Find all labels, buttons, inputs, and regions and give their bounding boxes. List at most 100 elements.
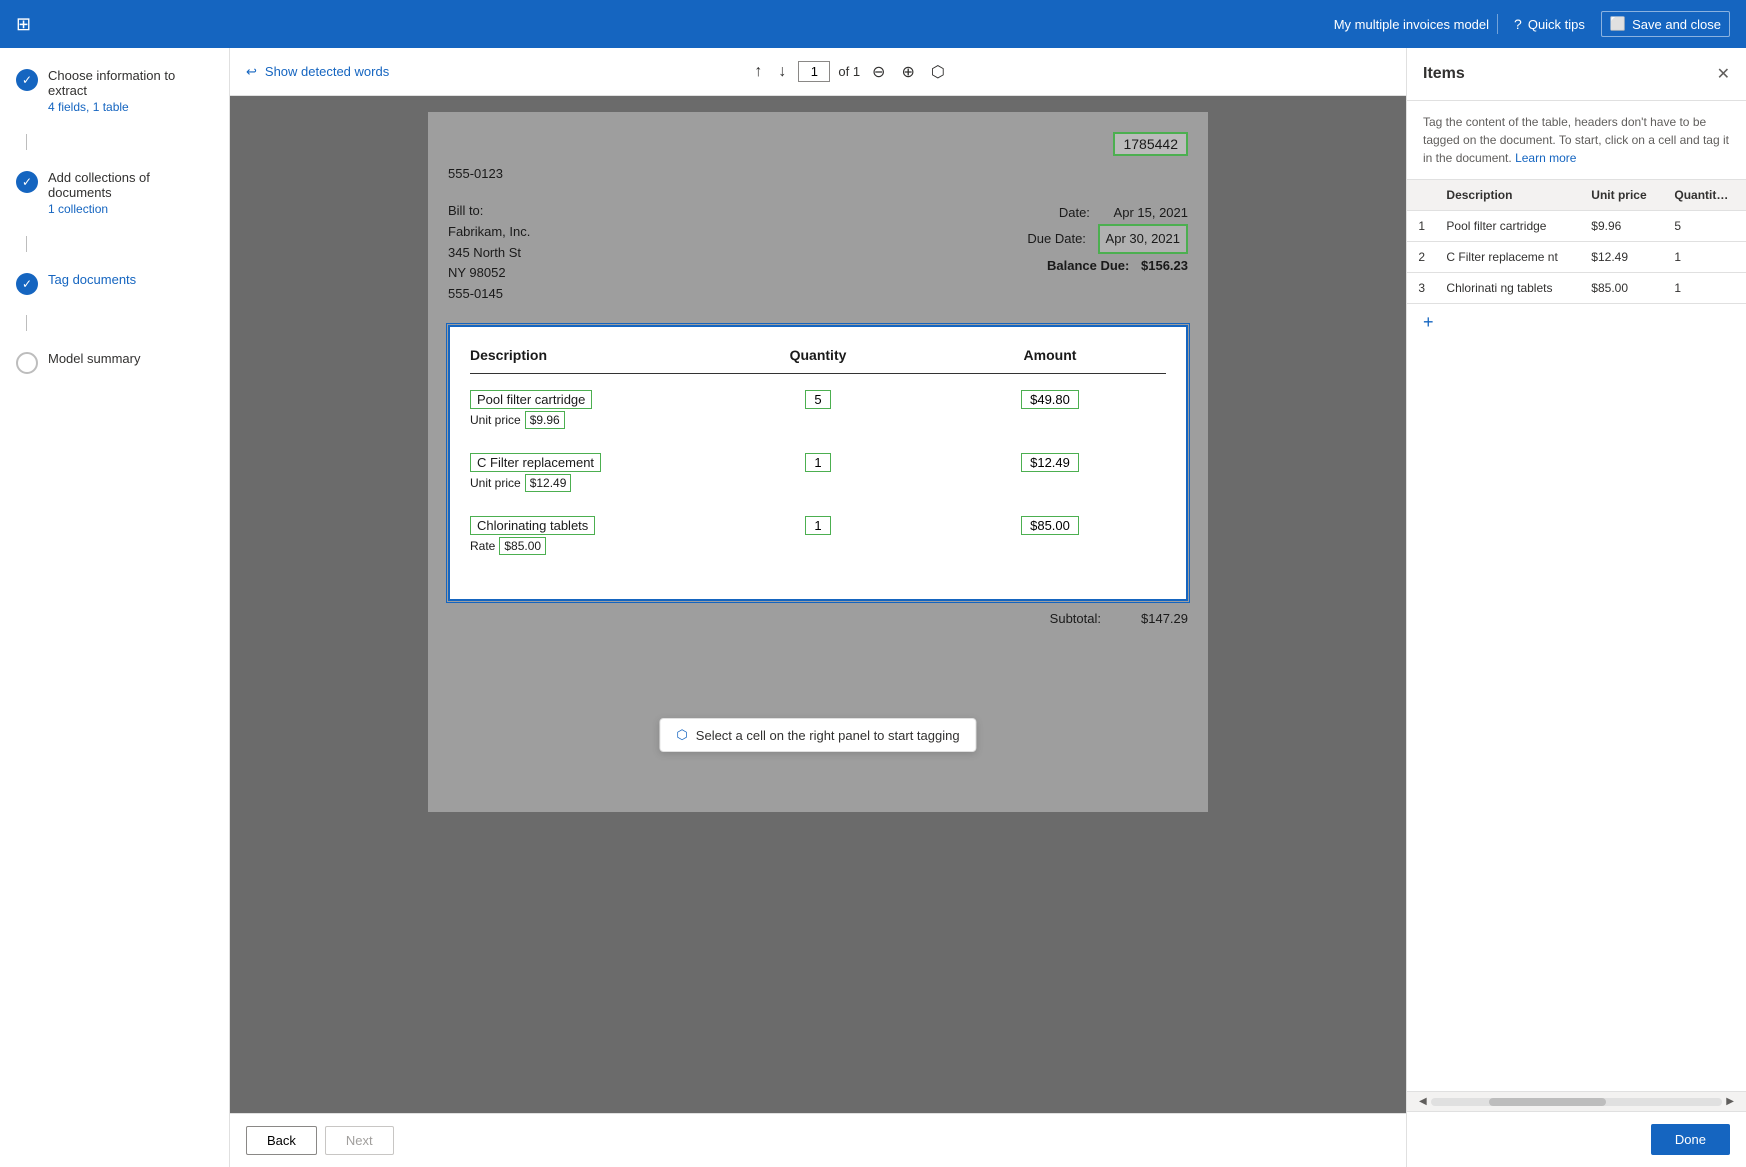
table-row: Pool filter cartridge Unit price $9.96 5… <box>470 390 1166 429</box>
table-row: 2 C Filter replaceme nt $12.49 1 <box>1407 242 1746 273</box>
tag-icon: ⬡ <box>676 727 687 743</box>
step-2[interactable]: ✓ Add collections of documents 1 collect… <box>16 170 213 216</box>
horizontal-scrollbar[interactable] <box>1431 1098 1723 1106</box>
row-2-unit-price[interactable]: $12.49 <box>1581 242 1664 273</box>
row-3-unit-price[interactable]: $85.00 <box>1581 273 1664 304</box>
item-3-amount: $85.00 <box>934 516 1166 535</box>
row-3-description[interactable]: Chlorinati ng tablets <box>1436 273 1581 304</box>
step-4[interactable]: Model summary <box>16 351 213 374</box>
bill-to-address1: 345 North St <box>448 243 530 264</box>
step-1[interactable]: ✓ Choose information to extract 4 fields… <box>16 68 213 114</box>
add-row-button[interactable]: + <box>1407 304 1450 341</box>
step-3[interactable]: ✓ Tag documents <box>16 272 213 295</box>
item-1-name[interactable]: Pool filter cartridge <box>470 390 592 409</box>
step-connector-3 <box>26 315 27 331</box>
back-button[interactable]: Back <box>246 1126 317 1155</box>
quick-tips-label: Quick tips <box>1528 17 1585 32</box>
page-input[interactable] <box>798 61 830 82</box>
tooltip-text: Select a cell on the right panel to star… <box>696 728 960 743</box>
waffle-icon[interactable]: ⊞ <box>16 14 40 35</box>
item-1-amount-box[interactable]: $49.80 <box>1021 390 1079 409</box>
bill-to-address2: NY 98052 <box>448 263 530 284</box>
page-controls: ↑ ↓ of 1 ⊖ ⊕ ⬡ <box>750 58 948 86</box>
item-1-qty: 5 <box>702 390 934 409</box>
step-2-content: Add collections of documents 1 collectio… <box>48 170 213 216</box>
save-close-button[interactable]: ⬜ Save and close <box>1601 11 1730 37</box>
step-2-icon: ✓ <box>16 171 38 193</box>
dates-section: Date: Apr 15, 2021 Due Date: Apr 30, 202… <box>1027 201 1188 305</box>
item-1-price-label: Unit price <box>470 413 521 427</box>
step-3-title: Tag documents <box>48 272 213 287</box>
toolbar: ↩ Show detected words ↑ ↓ of 1 ⊖ ⊕ ⬡ <box>230 48 1406 96</box>
tagging-tooltip: ⬡ Select a cell on the right panel to st… <box>659 718 976 752</box>
col-description-header: Description <box>470 347 702 363</box>
right-panel-description: Tag the content of the table, headers do… <box>1407 101 1746 180</box>
row-2-quantity[interactable]: 1 <box>1664 242 1746 273</box>
table-header-row: Description Quantity Amount <box>470 347 1166 374</box>
date-value: Apr 15, 2021 <box>1114 205 1188 220</box>
invoice-number: 1785442 <box>1113 132 1188 156</box>
item-3-name[interactable]: Chlorinating tablets <box>470 516 595 535</box>
invoice-details: Bill to: Fabrikam, Inc. 345 North St NY … <box>448 201 1188 305</box>
balance-due-row: Balance Due: $156.23 <box>1027 254 1188 277</box>
item-3-amount-box[interactable]: $85.00 <box>1021 516 1079 535</box>
learn-more-link[interactable]: Learn more <box>1515 151 1576 165</box>
step-4-icon <box>16 352 38 374</box>
row-3-quantity[interactable]: 1 <box>1664 273 1746 304</box>
items-table: Description Unit price Quantit… 1 Pool f… <box>1407 180 1746 1091</box>
right-panel-title: Items <box>1423 65 1465 83</box>
col-desc-header: Description <box>1436 180 1581 211</box>
item-2-amount-box[interactable]: $12.49 <box>1021 453 1079 472</box>
item-1-price-row: Unit price $9.96 <box>470 411 702 429</box>
row-1-description[interactable]: Pool filter cartridge <box>1436 211 1581 242</box>
col-amount-header: Amount <box>934 347 1166 363</box>
invoice-phone: 555-0123 <box>448 166 1188 181</box>
step-1-icon: ✓ <box>16 69 38 91</box>
row-1-num: 1 <box>1407 211 1436 242</box>
next-button[interactable]: Next <box>325 1126 394 1155</box>
subtotal-row: Subtotal: $147.29 <box>448 601 1188 626</box>
bill-to-section: Bill to: Fabrikam, Inc. 345 North St NY … <box>448 201 530 305</box>
item-2-price[interactable]: $12.49 <box>525 474 572 492</box>
fit-page-button[interactable]: ⬡ <box>927 58 949 86</box>
item-1-qty-box[interactable]: 5 <box>805 390 830 409</box>
zoom-in-button[interactable]: ⊕ <box>897 58 918 86</box>
item-3-qty-box[interactable]: 1 <box>805 516 830 535</box>
item-1-price[interactable]: $9.96 <box>525 411 565 429</box>
item-2-qty: 1 <box>702 453 934 472</box>
quick-tips-button[interactable]: ? Quick tips <box>1506 12 1593 36</box>
item-3-price[interactable]: $85.00 <box>499 537 546 555</box>
scroll-right-button[interactable]: ▶ <box>1722 1096 1738 1107</box>
item-3-qty: 1 <box>702 516 934 535</box>
col-quantity-header: Quantity <box>702 347 934 363</box>
item-2-qty-box[interactable]: 1 <box>805 453 830 472</box>
step-2-title: Add collections of documents <box>48 170 213 200</box>
close-button[interactable]: ✕ <box>1717 64 1730 84</box>
row-1-unit-price[interactable]: $9.96 <box>1581 211 1664 242</box>
show-detected-words-btn[interactable]: ↩ Show detected words <box>246 64 389 80</box>
item-3-price-label: Rate <box>470 539 495 553</box>
detected-words-icon: ↩ <box>246 64 257 80</box>
due-date-value: Apr 30, 2021 <box>1098 224 1188 253</box>
right-panel-header: Items ✕ <box>1407 48 1746 101</box>
document-area: 1785442 555-0123 Bill to: Fabrikam, Inc.… <box>230 96 1406 1113</box>
bill-to-name: Fabrikam, Inc. <box>448 222 530 243</box>
item-3-desc: Chlorinating tablets Rate $85.00 <box>470 516 702 555</box>
zoom-out-button[interactable]: ⊖ <box>868 58 889 86</box>
row-1-quantity[interactable]: 5 <box>1664 211 1746 242</box>
scroll-left-button[interactable]: ◀ <box>1415 1096 1431 1107</box>
scrollbar-thumb <box>1489 1098 1606 1106</box>
item-2-name[interactable]: C Filter replacement <box>470 453 601 472</box>
left-sidebar: ✓ Choose information to extract 4 fields… <box>0 48 230 1167</box>
step-4-title: Model summary <box>48 351 213 366</box>
balance-due-value: $156.23 <box>1141 258 1188 273</box>
step-1-subtitle: 4 fields, 1 table <box>48 100 213 114</box>
due-date-row: Due Date: Apr 30, 2021 <box>1027 224 1188 253</box>
row-2-description[interactable]: C Filter replaceme nt <box>1436 242 1581 273</box>
row-2-num: 2 <box>1407 242 1436 273</box>
question-icon: ? <box>1514 16 1522 32</box>
step-1-title: Choose information to extract <box>48 68 213 98</box>
done-button[interactable]: Done <box>1651 1124 1730 1155</box>
page-down-button[interactable]: ↓ <box>774 59 790 85</box>
page-up-button[interactable]: ↑ <box>750 59 766 85</box>
